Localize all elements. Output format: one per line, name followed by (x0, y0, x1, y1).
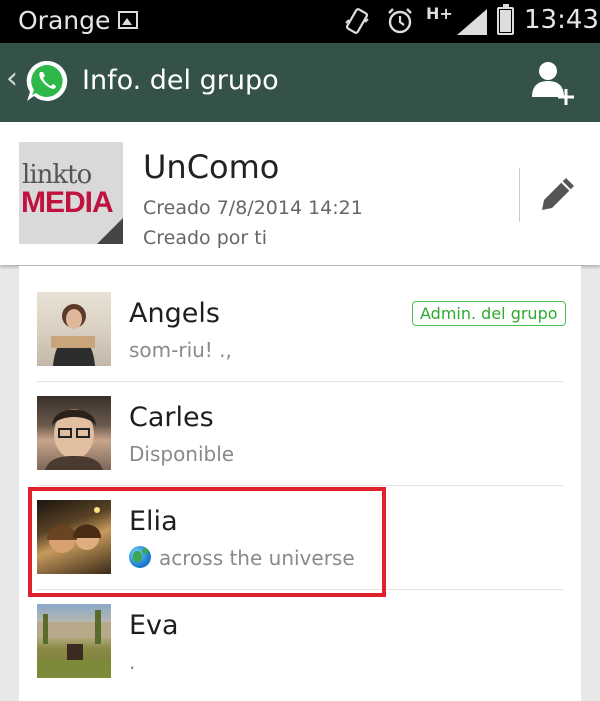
group-photo[interactable]: linkto MEDIA (19, 142, 123, 244)
group-created-date: Creado 7/8/2014 14:21 (143, 197, 363, 219)
participant-name: Angels (129, 298, 220, 329)
admin-badge: Admin. del grupo (412, 301, 566, 326)
participant-row[interactable]: Eva . (19, 590, 581, 694)
participant-row[interactable]: Carles Disponible (19, 382, 581, 486)
network-type-label: H+ (426, 4, 453, 23)
vibrate-icon (345, 8, 369, 34)
participant-status: Disponible (129, 442, 235, 466)
photo-corner-indicator (97, 218, 123, 244)
participants-list: Angels som-riu! ., Admin. del grupo Carl… (19, 266, 581, 701)
participant-status: som-riu! ., (129, 338, 232, 362)
back-chevron-icon[interactable]: ‹ (6, 61, 18, 96)
highlight-box (28, 487, 386, 597)
participant-name: Carles (129, 402, 214, 433)
participant-row[interactable]: Angels som-riu! ., Admin. del grupo (19, 278, 581, 382)
group-created-by: Creado por ti (143, 227, 267, 249)
add-participant-icon[interactable] (526, 57, 578, 109)
gallery-icon (118, 11, 138, 29)
edit-pencil-icon[interactable] (538, 174, 578, 214)
battery-charging-icon (497, 4, 514, 35)
whatsapp-logo-icon[interactable] (24, 58, 70, 104)
group-name: UnComo (143, 148, 280, 186)
header-divider (519, 168, 520, 222)
avatar (37, 604, 111, 678)
carrier-label: Orange (18, 6, 111, 35)
avatar (37, 396, 111, 470)
status-bar: Orange H+ 13:43 (0, 0, 600, 43)
group-header: linkto MEDIA UnComo Creado 7/8/2014 14:2… (0, 122, 600, 265)
clock-label: 13:43 (524, 5, 599, 35)
alarm-icon (388, 8, 412, 34)
action-bar: ‹ Info. del grupo (0, 43, 600, 122)
participant-name: Eva (129, 610, 179, 641)
participant-status: . (129, 650, 136, 674)
signal-icon (457, 9, 487, 35)
group-photo-text-line2: MEDIA (21, 186, 114, 219)
avatar (37, 292, 111, 366)
screen-title: Info. del grupo (82, 65, 279, 96)
